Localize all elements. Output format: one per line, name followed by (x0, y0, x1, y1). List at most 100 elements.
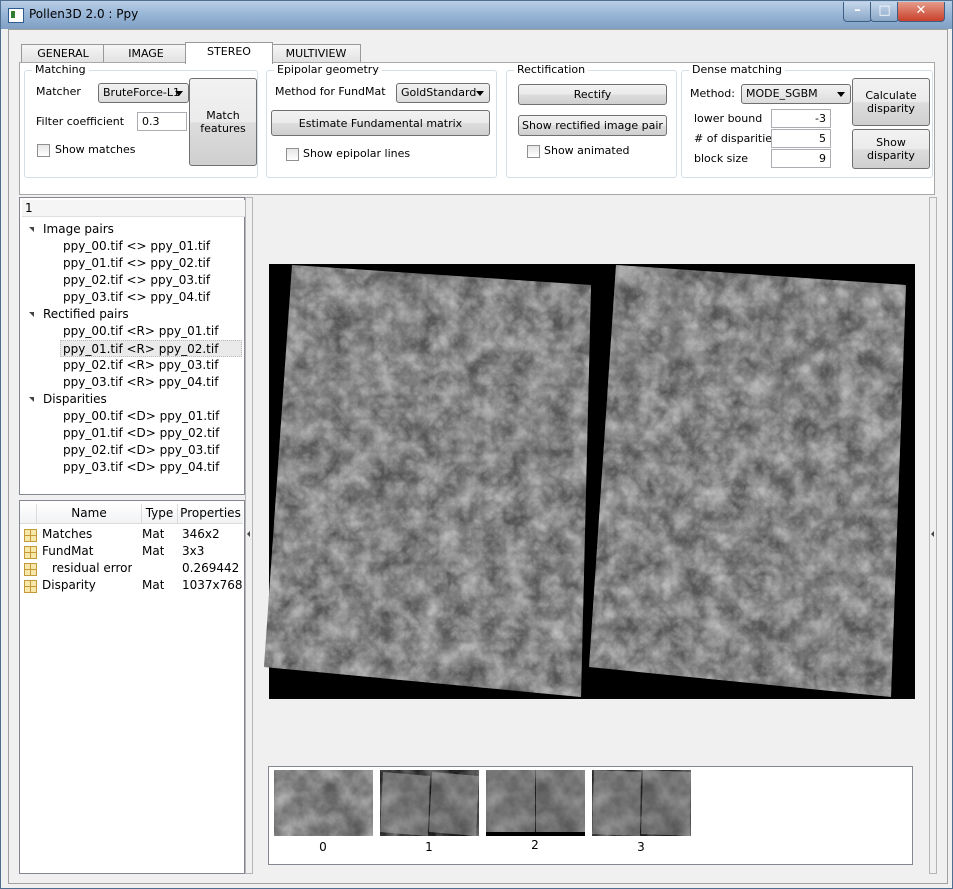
tree-item[interactable]: ppy_02.tif <D> ppy_03.tif (63, 442, 219, 459)
matrix-icon (24, 529, 37, 542)
close-button[interactable]: ✕ (897, 2, 945, 22)
collapse-right-icon[interactable] (931, 531, 934, 537)
disparities-label: # of disparities (694, 132, 778, 145)
lower-bound-label: lower bound (694, 112, 763, 125)
property-value: 0.269442 ... (182, 561, 242, 575)
lower-bound-field[interactable]: -3 (771, 109, 831, 128)
tree-item[interactable]: ppy_02.tif <R> ppy_03.tif (63, 357, 218, 374)
app-icon (8, 8, 24, 23)
tree-item-selected[interactable]: ppy_01.tif <R> ppy_02.tif (60, 340, 242, 357)
column-name[interactable]: Name (37, 504, 142, 524)
window-title: Pollen3D 2.0 : Ppy (29, 7, 139, 21)
thumbnail-2[interactable] (486, 770, 585, 836)
show-matches-label: Show matches (55, 143, 136, 156)
tree-item[interactable]: ppy_00.tif <R> ppy_01.tif (63, 323, 218, 340)
tab-stereo[interactable]: STEREO (185, 42, 273, 64)
matcher-select[interactable]: BruteForce-L1 (98, 83, 189, 103)
show-animated-checkbox[interactable] (527, 145, 540, 158)
collapse-left-icon[interactable] (247, 531, 250, 537)
tree-item[interactable]: ppy_03.tif <D> ppy_04.tif (63, 459, 219, 476)
tree-group-rectified-pairs[interactable]: Rectified pairs (43, 306, 129, 323)
property-type: Mat (142, 578, 165, 592)
expand-arrow-icon[interactable] (29, 397, 34, 402)
rectification-title: Rectification (514, 63, 589, 76)
thumbnail-label: 3 (637, 840, 645, 854)
title-bar[interactable]: Pollen3D 2.0 : Ppy – □ ✕ (1, 1, 952, 29)
property-name[interactable]: Matches (42, 526, 92, 543)
tree-item[interactable]: ppy_00.tif <> ppy_01.tif (63, 238, 210, 255)
tree-item[interactable]: ppy_01.tif <D> ppy_02.tif (63, 425, 219, 442)
thumbnail-3[interactable] (592, 770, 691, 836)
epipolar-group: Epipolar geometry Method for FundMat Gol… (266, 63, 497, 178)
fundmat-method-select[interactable]: GoldStandard (396, 83, 490, 103)
tree-group-image-pairs[interactable]: Image pairs (43, 221, 114, 238)
thumbnail-0[interactable] (274, 770, 373, 836)
property-type: Mat (142, 544, 165, 558)
minimize-button[interactable]: – (843, 2, 872, 22)
expand-arrow-icon[interactable] (29, 227, 34, 232)
property-value: 346x2 (182, 527, 220, 541)
thumbnail-image (274, 770, 373, 836)
dense-matching-group: Dense matching Method: MODE_SGBM lower b… (681, 63, 933, 178)
properties-table[interactable]: Name Type Properties Matches Mat 346x2 F… (19, 500, 245, 874)
show-rectified-pair-button[interactable]: Show rectified image pair (518, 115, 667, 136)
thumbnail-label: 2 (531, 838, 539, 852)
filter-coefficient-label: Filter coefficient (36, 115, 125, 128)
property-type: Mat (142, 527, 165, 541)
matching-group: Matching Matcher BruteForce-L1 Filter co… (24, 63, 258, 178)
block-size-label: block size (694, 152, 749, 165)
tab-image[interactable]: IMAGE (103, 44, 189, 63)
tree-item[interactable]: ppy_03.tif <R> ppy_04.tif (63, 374, 218, 391)
filter-coefficient-field[interactable]: 0.3 (137, 112, 187, 131)
rectify-button[interactable]: Rectify (518, 84, 667, 105)
dense-matching-title: Dense matching (689, 63, 786, 76)
tree-group-disparities[interactable]: Disparities (43, 391, 107, 408)
left-splitter[interactable] (245, 197, 253, 874)
tree-item[interactable]: ppy_03.tif <> ppy_04.tif (63, 289, 210, 306)
tree-item[interactable]: ppy_02.tif <> ppy_03.tif (63, 272, 210, 289)
thumbnail-image (486, 770, 585, 832)
disparities-field[interactable]: 5 (771, 129, 831, 148)
rectification-group: Rectification Rectify Show rectified ima… (506, 63, 677, 178)
show-disparity-button[interactable]: Show disparity (852, 129, 930, 169)
matrix-icon (24, 563, 37, 576)
column-type[interactable]: Type (142, 504, 178, 524)
show-matches-checkbox[interactable] (37, 144, 50, 157)
matrix-icon (24, 546, 37, 559)
thumbnail-image (380, 770, 479, 836)
tree-item[interactable]: ppy_00.tif <D> ppy_01.tif (63, 408, 219, 425)
match-features-button[interactable]: Match features (189, 78, 257, 166)
matcher-label: Matcher (36, 85, 81, 98)
expand-arrow-icon[interactable] (29, 312, 34, 317)
property-value: 3x3 (182, 544, 205, 558)
thumbnail-1[interactable] (380, 770, 479, 836)
property-name[interactable]: residual error (52, 560, 132, 577)
tree-item[interactable]: ppy_01.tif <> ppy_02.tif (63, 255, 210, 272)
show-epipolar-lines-checkbox[interactable] (286, 148, 299, 161)
block-size-field[interactable]: 9 (771, 149, 831, 168)
properties-corner (20, 504, 37, 524)
show-epipolar-lines-label: Show epipolar lines (303, 147, 411, 160)
property-name[interactable]: FundMat (42, 543, 94, 560)
column-properties[interactable]: Properties (178, 504, 243, 524)
image-tree[interactable]: 1 Image pairs ppy_00.tif <> ppy_01.tif p… (19, 197, 245, 495)
tab-general[interactable]: GENERAL (21, 44, 105, 63)
matrix-icon (24, 580, 37, 593)
maximize-button[interactable]: □ (870, 2, 899, 22)
matcher-value: BruteForce-L1 (103, 86, 180, 99)
thumbnail-image (592, 770, 691, 836)
calculate-disparity-button[interactable]: Calculate disparity (852, 78, 930, 126)
right-splitter[interactable] (929, 197, 937, 874)
property-name[interactable]: Disparity (42, 577, 96, 594)
matching-title: Matching (32, 63, 89, 76)
thumbnail-label: 0 (319, 840, 327, 854)
fundmat-method-label: Method for FundMat (275, 85, 386, 98)
tab-multiview[interactable]: MULTIVIEW (271, 44, 361, 63)
property-value: 1037x768 (182, 578, 242, 592)
dense-method-label: Method: (690, 87, 735, 100)
estimate-fundamental-matrix-button[interactable]: Estimate Fundamental matrix (271, 110, 490, 136)
show-animated-label: Show animated (544, 144, 630, 157)
image-view[interactable] (261, 197, 927, 769)
dense-method-value: MODE_SGBM (746, 87, 818, 100)
dense-method-select[interactable]: MODE_SGBM (741, 84, 851, 104)
